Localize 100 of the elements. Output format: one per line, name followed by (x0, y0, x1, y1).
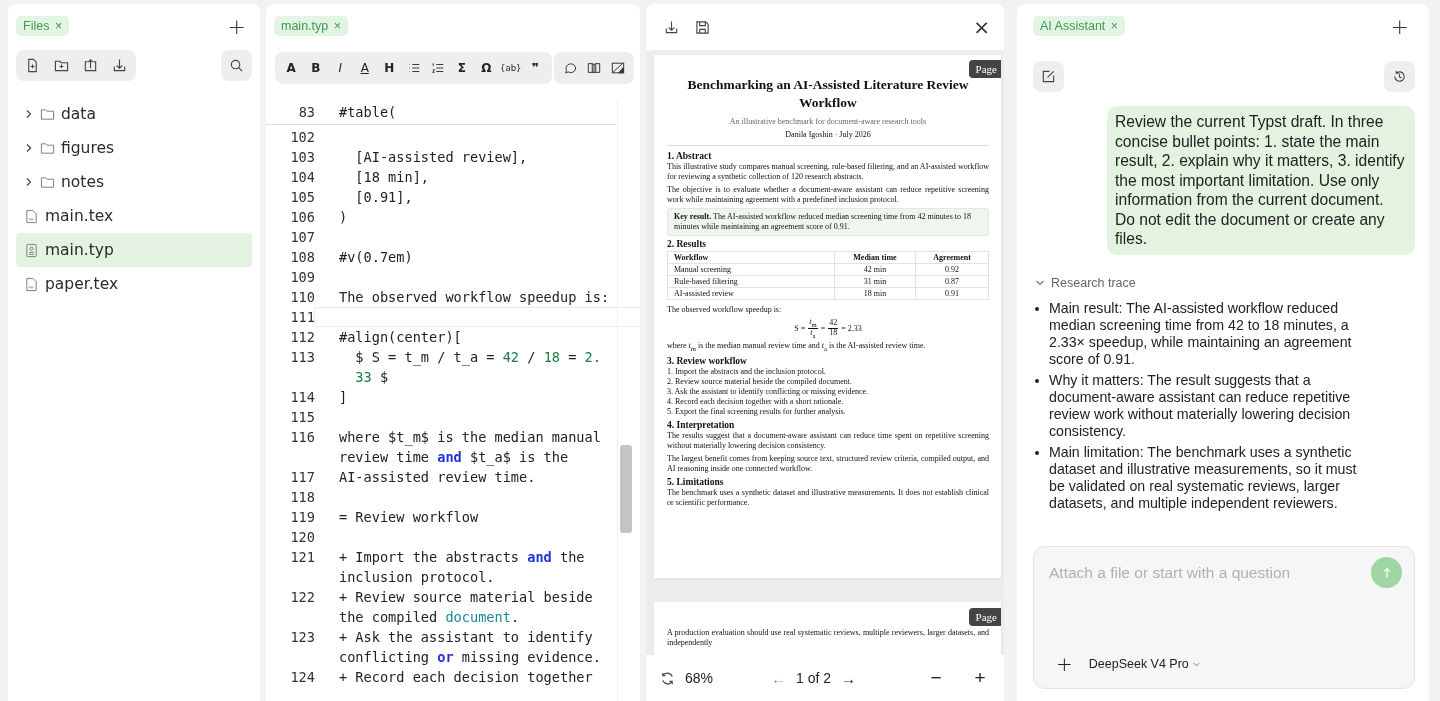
page-badge: Page (968, 608, 1001, 626)
paragraph: The benchmark uses a synthetic dataset and illustrative measurements. It does not establish clinical or scientific performance. (667, 488, 989, 509)
line-number: 109 (289, 269, 316, 285)
numbered-list-icon[interactable] (430, 61, 445, 75)
paragraph: The observed workflow speedup is: (667, 305, 783, 316)
add-button[interactable]: + (227, 13, 252, 39)
tree-item[interactable]: main.typ (16, 233, 252, 267)
column-header: Median time (834, 251, 916, 264)
history-button[interactable] (1384, 61, 1415, 92)
bullet-list-icon[interactable] (406, 61, 421, 75)
list-item: 3. Ask the assistant to identify conflicting or missing evidence. (667, 387, 870, 398)
format-button[interactable]: Ω (474, 61, 499, 75)
chevron-icon[interactable] (24, 109, 34, 119)
new-chat-button[interactable] (1033, 61, 1064, 92)
tree-item[interactable]: notes (16, 165, 252, 199)
edit-icon (1041, 69, 1056, 84)
scrollbar[interactable] (617, 100, 632, 701)
format-button[interactable]: {ab} (498, 63, 523, 73)
book-icon[interactable] (586, 61, 601, 75)
search-button[interactable] (221, 50, 252, 81)
close-button[interactable]: × (973, 15, 990, 39)
comment-icon[interactable] (562, 61, 577, 75)
image-icon[interactable] (610, 61, 625, 75)
line-number: 123 (289, 629, 316, 645)
formula-text: S = (794, 323, 806, 333)
column-header: Agreement (915, 251, 989, 264)
tree-item[interactable]: main.tex (16, 199, 252, 233)
code-line: The observed workflow speedup is: (339, 289, 610, 305)
tree-item[interactable]: figures (16, 131, 252, 165)
chevron-icon[interactable] (24, 177, 34, 187)
research-trace-toggle[interactable]: Research trace (1033, 275, 1136, 290)
chevron-icon[interactable] (24, 143, 34, 153)
line-number: 105 (289, 189, 316, 205)
paragraph: A production evaluation should use real systematic reviews, multiple reviewers, larger datasets, and independently (667, 628, 989, 648)
code-line: 33 $ (354, 369, 389, 385)
line-number: 83 (297, 104, 316, 120)
new-folder-icon[interactable] (54, 58, 69, 73)
upload-icon[interactable] (83, 58, 98, 73)
attach-button[interactable]: + (1056, 652, 1073, 676)
table-cell: 0.87 (915, 275, 989, 288)
table-cell: 31 min (834, 275, 916, 288)
format-button[interactable]: A (279, 61, 304, 75)
format-button[interactable]: ❞ (523, 61, 548, 75)
download-icon[interactable] (112, 58, 127, 73)
line-number: 117 (289, 469, 316, 485)
section-heading: 5. Limitations (667, 477, 725, 488)
save-icon[interactable] (695, 19, 710, 35)
line-number: 112 (289, 329, 316, 345)
refresh-icon[interactable] (660, 670, 675, 686)
paragraph: The objective is to evaluate whether a document-aware assistant can reduce repetitive screening work while maintaining agreement with a predefined inclusion protocol. (667, 185, 989, 206)
next-page-button[interactable]: → (841, 669, 857, 687)
column-header: Workflow (667, 251, 835, 264)
line-number: 110 (289, 289, 316, 305)
list-item: 5. Export the final screening results for further analysis. (667, 407, 847, 418)
section-heading: 3. Review workflow (667, 356, 748, 367)
new-file-icon[interactable] (25, 58, 40, 73)
fraction: t$_{m}$ t$_{a}$ (808, 318, 818, 339)
line-number: 121 (289, 549, 316, 565)
formula-text: = 2.33 (841, 323, 862, 333)
format-button[interactable]: B (303, 61, 328, 75)
item-label: main.tex (45, 207, 114, 225)
model-selector[interactable]: DeepSeek V4 Pro (1088, 657, 1201, 671)
zoom-in-button[interactable]: + (968, 667, 992, 689)
code-line: [0.91], (354, 189, 413, 205)
code-line: [AI-assisted review], (354, 149, 528, 165)
table-cell: 18 min (834, 287, 916, 300)
code-line: + Record each decision together (339, 669, 593, 685)
line-number: 115 (289, 409, 316, 425)
line-number: 114 (289, 389, 316, 405)
line-number: 122 (289, 589, 316, 605)
folder-icon (40, 106, 55, 122)
fraction: 42 18 (828, 319, 839, 338)
table-cell: 0.91 (915, 287, 989, 300)
format-button[interactable]: H (377, 61, 402, 75)
search-icon (229, 58, 244, 73)
line-number: 113 (289, 349, 316, 365)
document-author: Danila Igoshin · July 2026 (784, 130, 872, 140)
zoom-out-button[interactable]: − (924, 667, 948, 689)
format-button[interactable]: Σ (449, 61, 474, 75)
list-item: 4. Record each decision together with a short rationale. (667, 397, 845, 408)
tree-item[interactable]: data (16, 97, 252, 131)
section-heading: 4. Interpretation (667, 420, 736, 431)
code-line: ) (339, 209, 348, 225)
line-number: 104 (289, 169, 316, 185)
message-input[interactable]: Attach a file or start with a question + DeepSeek V4 Pro (1033, 546, 1415, 689)
code-line: + Review source material beside (339, 589, 593, 605)
page-indicator: 1 of 2 (796, 670, 832, 686)
file-icon (24, 276, 39, 292)
tree-item[interactable]: paper.tex (16, 267, 252, 301)
format-button[interactable]: A (352, 61, 377, 75)
add-button[interactable]: + (1390, 13, 1415, 39)
code-line: = Review workflow (339, 509, 479, 525)
paragraph: where t$_{m}$ is the median manual review time and t$_{a}$ is the AI-assisted review time. (667, 341, 927, 354)
answer-bullet: Main result: The AI-assisted workflow reduced median screening time from 42 to 18 minutes, a 2.33× speedup, while maintaining an agreement score of 0.91. (1035, 299, 1375, 368)
table-cell: AI-assisted review (667, 287, 835, 300)
download-icon[interactable] (664, 19, 679, 35)
line-number: 118 (289, 489, 316, 505)
table-cell: Manual screening (667, 263, 835, 276)
format-button[interactable]: I (328, 61, 353, 75)
code-line: inclusion protocol. (339, 569, 495, 585)
